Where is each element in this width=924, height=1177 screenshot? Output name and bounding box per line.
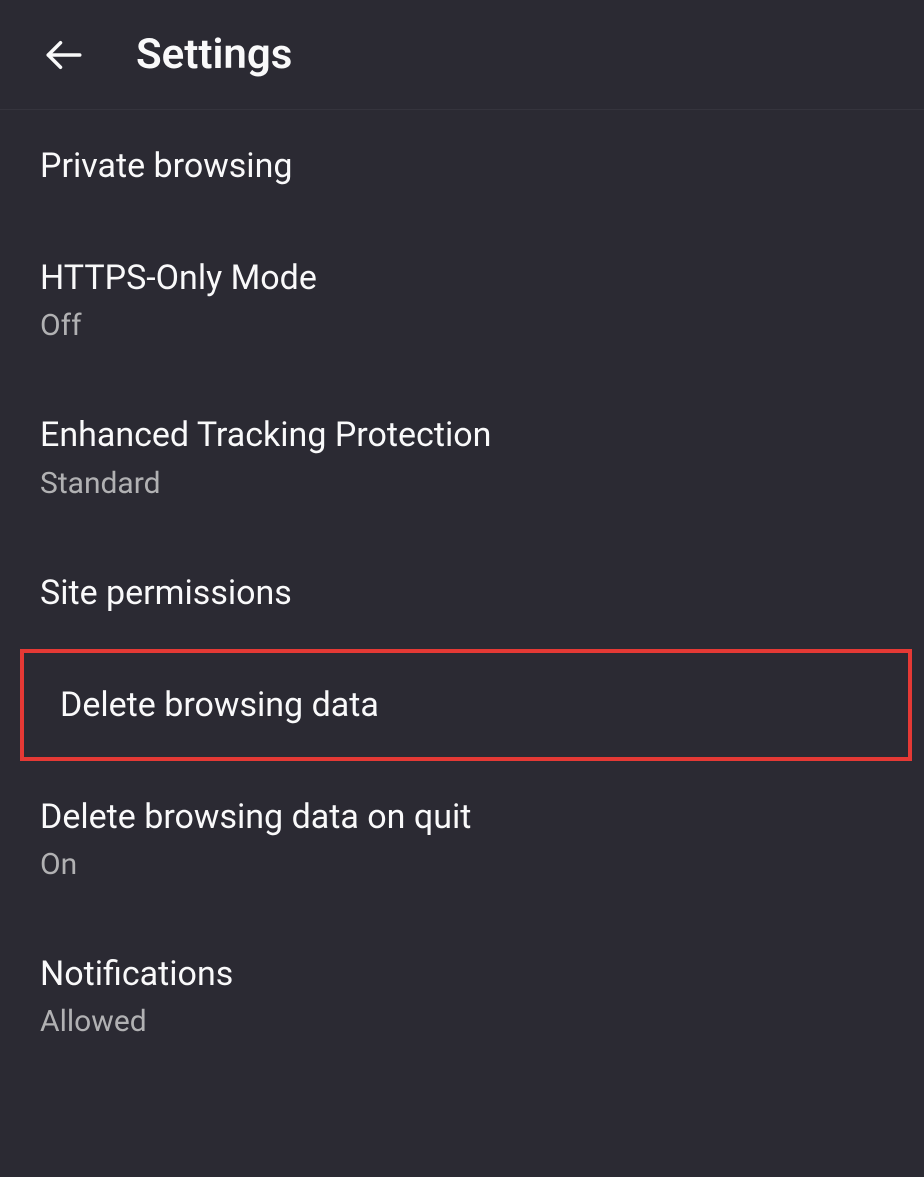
- item-title: Delete browsing data on quit: [40, 795, 884, 839]
- settings-item-delete-browsing-data[interactable]: Delete browsing data: [20, 649, 912, 761]
- item-subtitle: Standard: [40, 464, 884, 503]
- item-title: Private browsing: [40, 144, 884, 188]
- settings-item-https-only-mode[interactable]: HTTPS-Only Mode Off: [0, 222, 924, 379]
- item-subtitle: On: [40, 845, 884, 884]
- page-title: Settings: [136, 30, 292, 79]
- settings-item-delete-browsing-data-on-quit[interactable]: Delete browsing data on quit On: [0, 761, 924, 918]
- settings-item-site-permissions[interactable]: Site permissions: [0, 537, 924, 649]
- back-arrow-icon: [43, 34, 85, 76]
- item-subtitle: Off: [40, 306, 884, 345]
- item-title: HTTPS-Only Mode: [40, 256, 884, 300]
- item-title: Enhanced Tracking Protection: [40, 413, 884, 457]
- item-title: Notifications: [40, 952, 884, 996]
- item-subtitle: Allowed: [40, 1002, 884, 1041]
- item-title: Delete browsing data: [60, 683, 872, 727]
- back-button[interactable]: [40, 31, 88, 79]
- settings-item-private-browsing[interactable]: Private browsing: [0, 110, 924, 222]
- header: Settings: [0, 0, 924, 110]
- settings-item-enhanced-tracking-protection[interactable]: Enhanced Tracking Protection Standard: [0, 379, 924, 536]
- settings-list: Private browsing HTTPS-Only Mode Off Enh…: [0, 110, 924, 1075]
- settings-item-notifications[interactable]: Notifications Allowed: [0, 918, 924, 1075]
- item-title: Site permissions: [40, 571, 884, 615]
